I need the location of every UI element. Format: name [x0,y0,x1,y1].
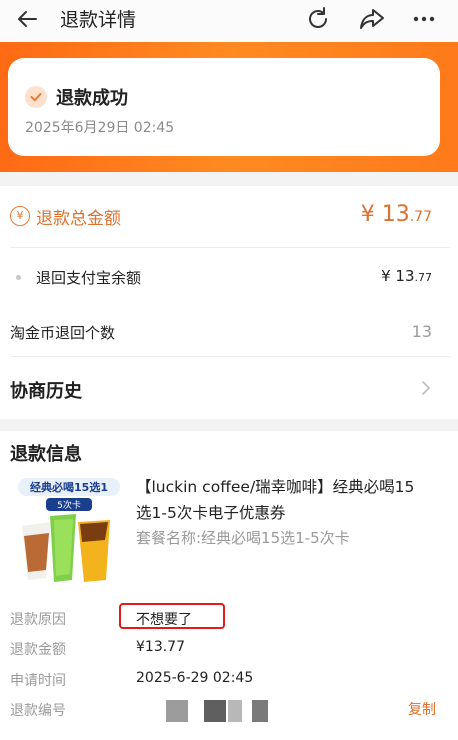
coins-label: 淘金币退回个数 [10,324,116,342]
page-title: 退款详情 [60,9,137,31]
product-card-text: 5次卡 [57,499,81,511]
total-refund-amount: ¥ 13.77 [360,202,432,227]
product-package: 套餐名称:经典必喝15选1-5次卡 [136,529,350,547]
refund-amount-value: ¥13.77 [136,639,185,655]
redacted-refund-number [228,700,242,722]
divider [10,356,450,357]
total-refund-label: 退款总金额 [36,209,121,229]
reason-highlight-box [119,603,225,629]
back-arrow-icon[interactable] [14,6,40,32]
chevron-right-icon[interactable] [420,380,432,396]
redacted-refund-number [252,700,268,722]
refund-amount-label: 退款金额 [10,642,66,658]
coins-value: 13 [411,322,432,341]
product-title[interactable]: 【luckin coffee/瑞幸咖啡】经典必喝15选1-5次卡电子优惠券 [136,474,426,526]
yuan-icon: ¥ [10,206,30,226]
product-badge-text: 经典必喝15选1 [30,480,108,494]
refund-reason-label: 退款原因 [10,612,66,628]
refund-status-time: 2025年6月29日 02:45 [25,120,175,136]
refund-destination-amount: ¥ 13.77 [381,267,432,285]
refund-destination-label: 退回支付宝余额 [36,269,142,287]
divider [10,247,450,248]
redacted-refund-number [204,700,226,722]
refund-number-label: 退款编号 [10,703,66,719]
section-divider [0,419,458,431]
copy-button[interactable]: 复制 [408,699,436,719]
product-image[interactable]: 经典必喝15选1 5次卡 [10,470,128,588]
negotiation-history-link[interactable]: 协商历史 [10,377,82,403]
top-bar: 退款详情 [0,0,458,42]
more-icon[interactable] [410,5,438,33]
redacted-refund-number [166,700,188,722]
share-icon[interactable] [358,5,386,33]
refresh-icon[interactable] [304,5,332,33]
apply-time-label: 申请时间 [10,673,66,689]
check-icon [25,86,47,108]
apply-time-value: 2025-6-29 02:45 [136,670,254,686]
refund-status: 退款成功 [56,88,128,109]
bullet-dot-icon [16,275,21,280]
refund-info-title: 退款信息 [10,444,82,465]
section-divider [0,172,458,186]
